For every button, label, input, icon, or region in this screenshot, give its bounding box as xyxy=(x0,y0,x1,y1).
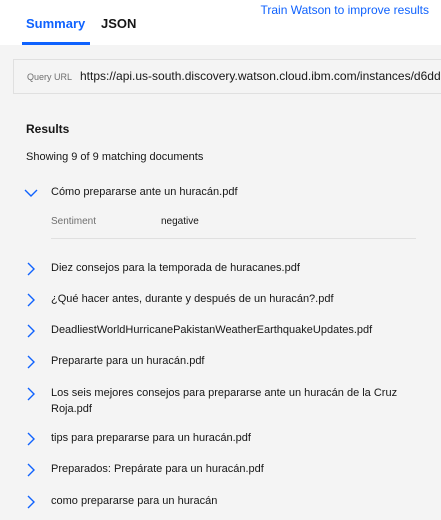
document-row[interactable]: DeadliestWorldHurricanePakistanWeatherEa… xyxy=(20,322,420,340)
document-row[interactable]: Prepararte para un huracán.pdf xyxy=(20,353,420,371)
chevron-right-icon[interactable] xyxy=(24,355,38,369)
query-url-value[interactable]: https://api.us-south.discovery.watson.cl… xyxy=(80,69,441,83)
active-tab-indicator xyxy=(22,42,90,45)
train-watson-link[interactable]: Train Watson to improve results xyxy=(261,3,430,17)
sentiment-value: negative xyxy=(161,216,199,227)
header: Train Watson to improve results Summary … xyxy=(0,0,441,45)
document-title[interactable]: Los seis mejores consejos para preparars… xyxy=(51,385,411,417)
chevron-right-icon[interactable] xyxy=(24,495,38,509)
tab-json[interactable]: JSON xyxy=(101,16,136,31)
results-heading: Results xyxy=(26,122,70,136)
chevron-right-icon[interactable] xyxy=(24,324,38,338)
sentiment-label: Sentiment xyxy=(51,216,97,227)
document-title[interactable]: ¿Qué hacer antes, durante y después de u… xyxy=(51,291,411,307)
chevron-right-icon[interactable] xyxy=(24,387,38,401)
document-title[interactable]: Diez consejos para la temporada de hurac… xyxy=(51,260,411,276)
chevron-right-icon[interactable] xyxy=(24,293,38,307)
document-title[interactable]: DeadliestWorldHurricanePakistanWeatherEa… xyxy=(51,322,411,338)
document-title[interactable]: como prepararse para un huracán xyxy=(51,493,411,509)
document-title[interactable]: Cómo prepararse ante un huracán.pdf xyxy=(51,184,411,200)
chevron-right-icon[interactable] xyxy=(24,262,38,276)
document-title[interactable]: Prepararte para un huracán.pdf xyxy=(51,353,411,369)
document-row[interactable]: Cómo prepararse ante un huracán.pdf xyxy=(20,184,420,202)
chevron-right-icon[interactable] xyxy=(24,463,38,477)
chevron-right-icon[interactable] xyxy=(24,432,38,446)
tab-summary[interactable]: Summary xyxy=(26,16,85,31)
document-row[interactable]: Los seis mejores consejos para preparars… xyxy=(20,385,420,419)
document-row[interactable]: ¿Qué hacer antes, durante y después de u… xyxy=(20,291,420,309)
chevron-down-icon[interactable] xyxy=(24,186,38,200)
document-row[interactable]: Diez consejos para la temporada de hurac… xyxy=(20,260,420,278)
query-url-label: Query URL xyxy=(27,72,73,82)
document-title[interactable]: tips para prepararse para un huracán.pdf xyxy=(51,430,411,446)
document-row[interactable]: Preparados: Prepárate para un huracán.pd… xyxy=(20,461,420,479)
divider xyxy=(51,238,416,239)
document-title[interactable]: Preparados: Prepárate para un huracán.pd… xyxy=(51,461,411,477)
document-row[interactable]: tips para prepararse para un huracán.pdf xyxy=(20,430,420,448)
query-url-box: Query URL https://api.us-south.discovery… xyxy=(13,59,441,94)
results-count: Showing 9 of 9 matching documents xyxy=(26,151,204,163)
document-row[interactable]: como prepararse para un huracán xyxy=(20,493,420,511)
